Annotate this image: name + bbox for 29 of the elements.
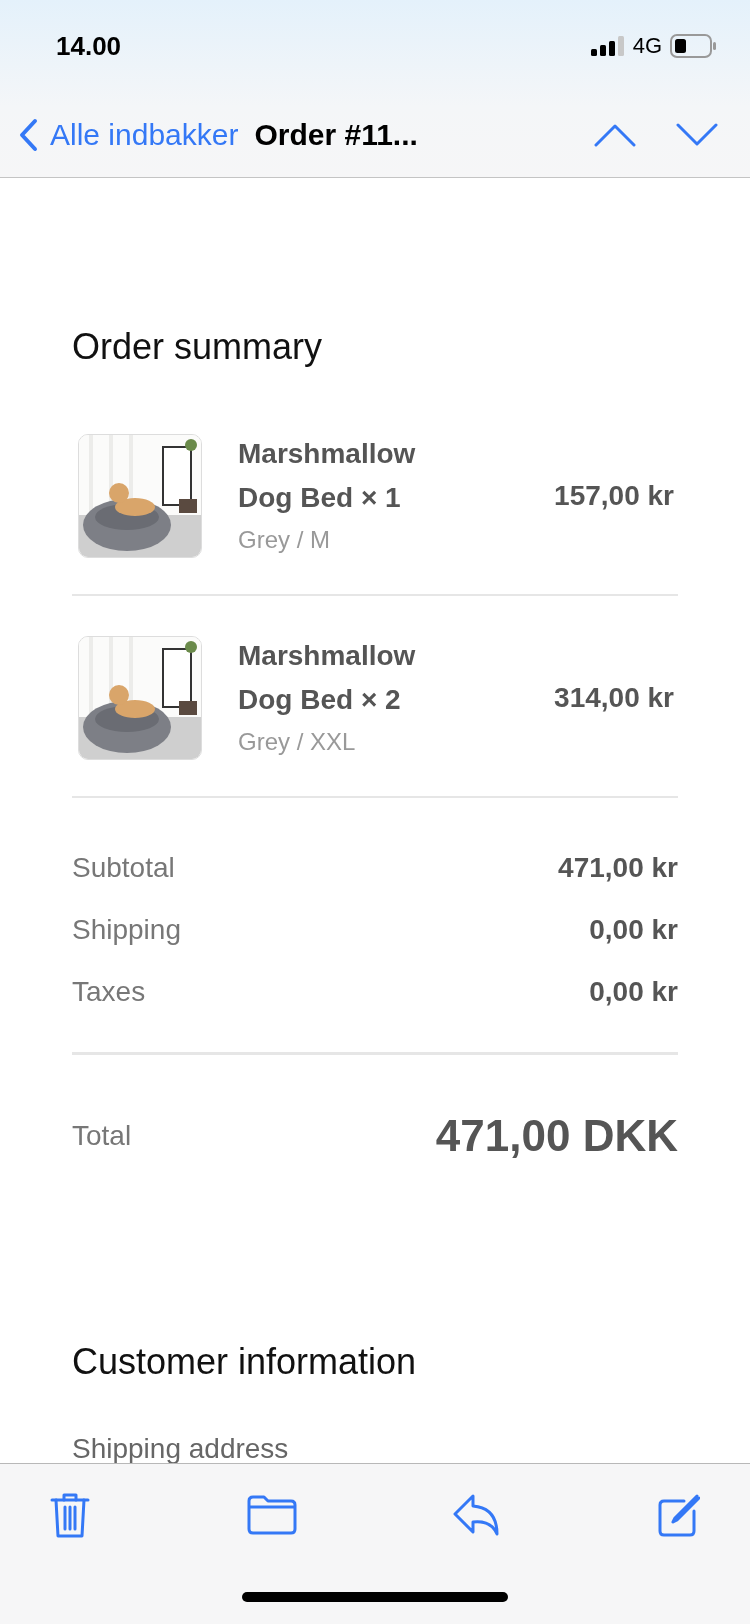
cost-label: Subtotal [72, 852, 175, 884]
cost-label: Taxes [72, 976, 146, 1008]
chevron-down-icon[interactable] [676, 122, 718, 147]
battery-icon [670, 34, 716, 58]
product-price: 314,00 kr [554, 682, 674, 714]
subsection-label: Shipping address [72, 1433, 290, 1463]
cost-value: 471,00 kr [558, 852, 678, 884]
chevron-up-icon[interactable] [594, 122, 636, 147]
folder-icon[interactable] [246, 1495, 297, 1535]
product-name: Marshmallow Dog Bed × 1 [238, 437, 417, 515]
product-variant: Grey / M [238, 525, 331, 555]
product-variant: Grey / XXL [238, 727, 357, 757]
total-label: Total [72, 1120, 132, 1152]
total-value: 471,00 DKK [435, 1111, 678, 1161]
cost-label: Shipping [72, 914, 181, 946]
section-heading: Order summary [72, 326, 324, 368]
section-heading: Customer information [72, 1341, 418, 1383]
cost-value: 0,00 kr [589, 976, 678, 1008]
cost-value: 0,00 kr [589, 914, 678, 946]
nav-title: Order #11... [254, 117, 418, 152]
network-label: 4G [632, 33, 662, 59]
back-button[interactable]: Alle indbakker [18, 117, 239, 152]
product-price: 157,00 kr [554, 480, 674, 512]
signal-icon [590, 36, 625, 56]
back-chevron-icon[interactable] [18, 117, 38, 152]
product-name: Marshmallow Dog Bed × 2 [238, 639, 417, 717]
compose-icon[interactable] [657, 1493, 700, 1537]
trash-icon[interactable] [50, 1492, 90, 1538]
status-time: 14.00 [56, 30, 122, 62]
